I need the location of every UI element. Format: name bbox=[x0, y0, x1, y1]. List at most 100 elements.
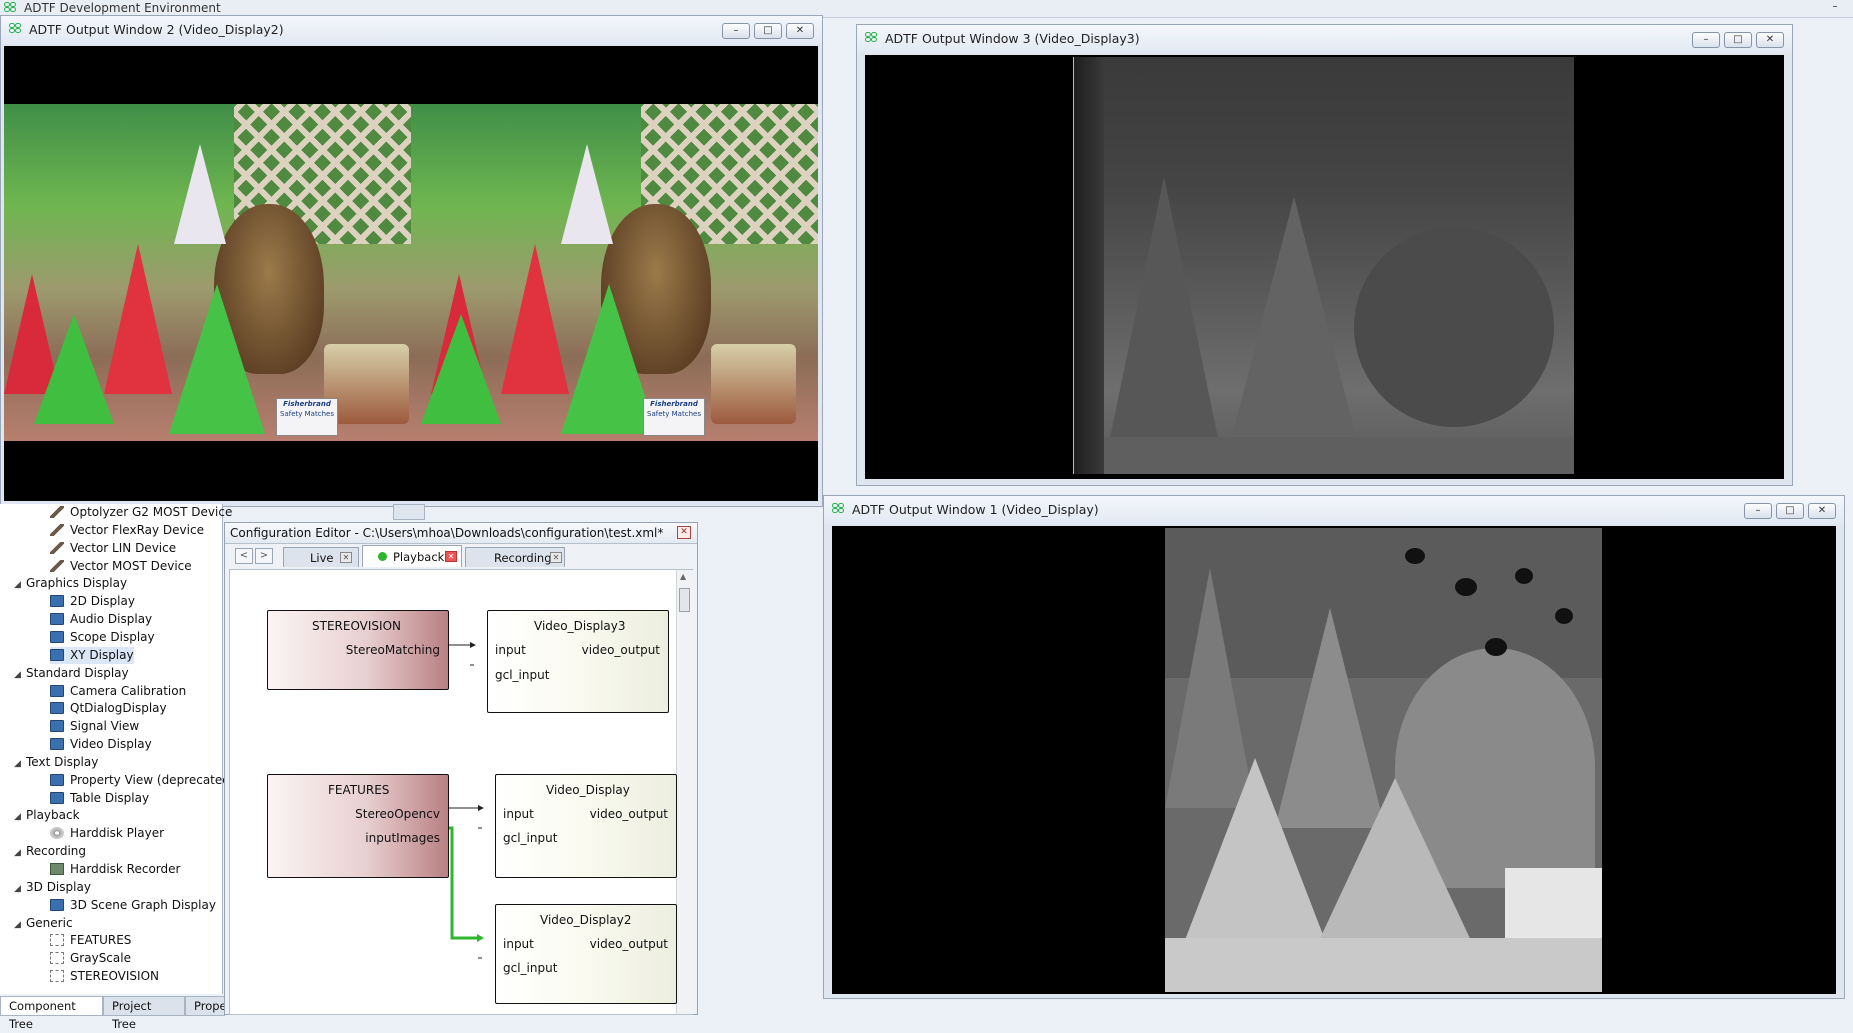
tree-item-label: 3D Display bbox=[26, 879, 91, 894]
output-window-1[interactable]: ADTF Output Window 1 (Video_Display) – □… bbox=[823, 495, 1845, 999]
maximize-button[interactable]: □ bbox=[1776, 503, 1804, 519]
expand-arrow-icon[interactable]: ◢ bbox=[14, 881, 26, 898]
tree-item[interactable]: Table Display bbox=[50, 790, 149, 807]
tree-item[interactable]: QtDialogDisplay bbox=[50, 700, 167, 717]
tree-group[interactable]: ◢ 3D Display bbox=[14, 879, 91, 896]
node-features[interactable]: FEATURES StereoOpencv inputImages bbox=[267, 774, 449, 878]
output-window-2[interactable]: ADTF Output Window 2 (Video_Display2) – … bbox=[0, 15, 823, 507]
canvas-scrollbar[interactable]: ▲ bbox=[676, 570, 693, 1014]
maximize-button[interactable]: □ bbox=[754, 23, 782, 39]
tab-recording-label: Recording bbox=[494, 551, 552, 565]
tree-item[interactable]: Vector LIN Device bbox=[50, 540, 176, 557]
component-tree[interactable]: Optolyzer G2 MOST Device Vector FlexRay D… bbox=[0, 504, 235, 994]
tree-group[interactable]: ◢ Graphics Display bbox=[14, 575, 127, 592]
tree-item[interactable]: Harddisk Recorder bbox=[50, 861, 180, 878]
expand-arrow-icon[interactable]: ◢ bbox=[14, 756, 26, 773]
close-button[interactable]: ✕ bbox=[786, 23, 814, 39]
tree-item-label: Vector FlexRay Device bbox=[70, 522, 204, 537]
tree-item[interactable]: Property View (deprecated) bbox=[50, 772, 235, 789]
tree-item-label: Recording bbox=[26, 844, 87, 859]
scrollbar-thumb[interactable] bbox=[679, 588, 690, 612]
tool-icon bbox=[50, 506, 64, 518]
output-pin-label[interactable]: video_output bbox=[582, 643, 660, 657]
tree-group[interactable]: ◢ Playback bbox=[14, 807, 80, 824]
output-pin-label[interactable]: video_output bbox=[590, 807, 668, 821]
node-stereovision[interactable]: STEREOVISION StereoMatching bbox=[267, 610, 449, 690]
maximize-button[interactable]: □ bbox=[1724, 32, 1752, 48]
input-pin-label[interactable]: gcl_input bbox=[503, 961, 557, 975]
config-editor-titlebar[interactable]: Configuration Editor - C:\Users\mhoa\Dow… bbox=[225, 523, 697, 544]
minimize-button[interactable]: – bbox=[1744, 503, 1772, 519]
tree-item-label: Video Display bbox=[70, 737, 152, 752]
output-window-1-titlebar[interactable]: ADTF Output Window 1 (Video_Display) – □… bbox=[824, 496, 1844, 524]
tab-component-tree[interactable]: Component Tree bbox=[0, 997, 103, 1031]
node-video-display[interactable]: Video_Display input video_output gcl_inp… bbox=[495, 774, 677, 878]
scroll-up-icon[interactable]: ▲ bbox=[680, 572, 686, 581]
tree-item[interactable]: Video Display bbox=[50, 736, 152, 753]
disc-icon bbox=[50, 827, 64, 840]
adtf-logo-icon bbox=[832, 503, 846, 515]
output-pin-label[interactable]: StereoMatching bbox=[346, 643, 440, 657]
monitor-icon bbox=[50, 630, 64, 643]
output-window-2-titlebar[interactable]: ADTF Output Window 2 (Video_Display2) – … bbox=[1, 16, 822, 44]
tab-close-icon[interactable]: ✕ bbox=[445, 551, 457, 562]
tree-item-label: QtDialogDisplay bbox=[70, 701, 167, 716]
tab-recording[interactable]: Recording ✕ bbox=[465, 547, 565, 567]
tree-item-label: STEREOVISION bbox=[70, 969, 160, 984]
node-video-display2[interactable]: Video_Display2 input video_output gcl_in… bbox=[495, 904, 677, 1004]
tree-item[interactable]: GrayScale bbox=[50, 950, 131, 967]
configuration-editor[interactable]: Configuration Editor - C:\Users\mhoa\Dow… bbox=[224, 522, 698, 1015]
tree-item[interactable]: 2D Display bbox=[50, 593, 135, 610]
expand-arrow-icon[interactable]: ◢ bbox=[14, 845, 26, 862]
tab-project-tree[interactable]: Project Tree bbox=[103, 997, 185, 1031]
tree-item-label: Vector LIN Device bbox=[70, 540, 177, 555]
expand-arrow-icon[interactable]: ◢ bbox=[14, 809, 26, 826]
nav-back-button[interactable]: < bbox=[235, 548, 253, 564]
tree-item[interactable]: Vector FlexRay Device bbox=[50, 522, 204, 539]
output-window-3-titlebar[interactable]: ADTF Output Window 3 (Video_Display3) – … bbox=[857, 25, 1792, 53]
input-pin-label[interactable]: input bbox=[503, 807, 534, 821]
tree-item[interactable]: Scope Display bbox=[50, 629, 155, 646]
expand-arrow-icon[interactable]: ◢ bbox=[14, 667, 26, 684]
tab-close-icon[interactable]: ✕ bbox=[340, 552, 352, 563]
tree-item[interactable]: Signal View bbox=[50, 718, 139, 735]
input-pin-label[interactable]: gcl_input bbox=[503, 831, 557, 845]
tree-group[interactable]: ◢ Text Display bbox=[14, 754, 98, 771]
tree-item[interactable]: Optolyzer G2 MOST Device bbox=[50, 504, 232, 521]
tab-properties[interactable]: Prope bbox=[185, 997, 225, 1016]
close-icon[interactable]: ✕ bbox=[677, 526, 691, 539]
output-window-3[interactable]: ADTF Output Window 3 (Video_Display3) – … bbox=[856, 24, 1793, 486]
tree-item[interactable]: Harddisk Player bbox=[50, 825, 164, 842]
tree-item[interactable]: FEATURES bbox=[50, 932, 131, 949]
input-pin-label[interactable]: input bbox=[495, 643, 526, 657]
minimize-button[interactable]: – bbox=[722, 23, 750, 39]
output-pin-label[interactable]: StereoOpencv bbox=[355, 807, 440, 821]
nav-forward-button[interactable]: > bbox=[255, 548, 273, 564]
filter-graph-canvas[interactable]: ▲ STEREOVISION StereoMatching Video_Disp… bbox=[229, 569, 693, 1015]
tree-group[interactable]: ◢ Generic bbox=[14, 915, 73, 932]
expand-arrow-icon[interactable]: ◢ bbox=[14, 917, 26, 934]
tree-item[interactable]: XY Display bbox=[50, 646, 134, 664]
monitor-icon bbox=[50, 648, 64, 661]
output-pin-label[interactable]: inputImages bbox=[365, 831, 440, 845]
tab-playback[interactable]: Playback ✕ bbox=[362, 545, 462, 567]
expand-arrow-icon[interactable]: ◢ bbox=[14, 577, 26, 594]
tree-group[interactable]: ◢ Recording bbox=[14, 843, 86, 860]
input-pin-label[interactable]: gcl_input bbox=[495, 668, 549, 682]
window-title: ADTF Output Window 3 (Video_Display3) bbox=[885, 31, 1140, 46]
tree-item[interactable]: 3D Scene Graph Display bbox=[50, 897, 216, 914]
tree-group[interactable]: ◢ Standard Display bbox=[14, 665, 129, 682]
tab-close-icon[interactable]: ✕ bbox=[550, 552, 562, 563]
app-minimize-button[interactable]: – bbox=[1824, 2, 1846, 14]
node-video-display3[interactable]: Video_Display3 input video_output gcl_in… bbox=[487, 610, 669, 713]
input-pin-label[interactable]: input bbox=[503, 937, 534, 951]
tree-item[interactable]: Audio Display bbox=[50, 611, 152, 628]
tree-item[interactable]: Camera Calibration bbox=[50, 683, 186, 700]
minimize-button[interactable]: – bbox=[1692, 32, 1720, 48]
close-button[interactable]: ✕ bbox=[1756, 32, 1784, 48]
output-pin-label[interactable]: video_output bbox=[590, 937, 668, 951]
tree-item[interactable]: Vector MOST Device bbox=[50, 558, 192, 575]
close-button[interactable]: ✕ bbox=[1808, 503, 1836, 519]
tab-live[interactable]: Live ✕ bbox=[283, 547, 359, 567]
tree-item[interactable]: STEREOVISION bbox=[50, 968, 159, 985]
